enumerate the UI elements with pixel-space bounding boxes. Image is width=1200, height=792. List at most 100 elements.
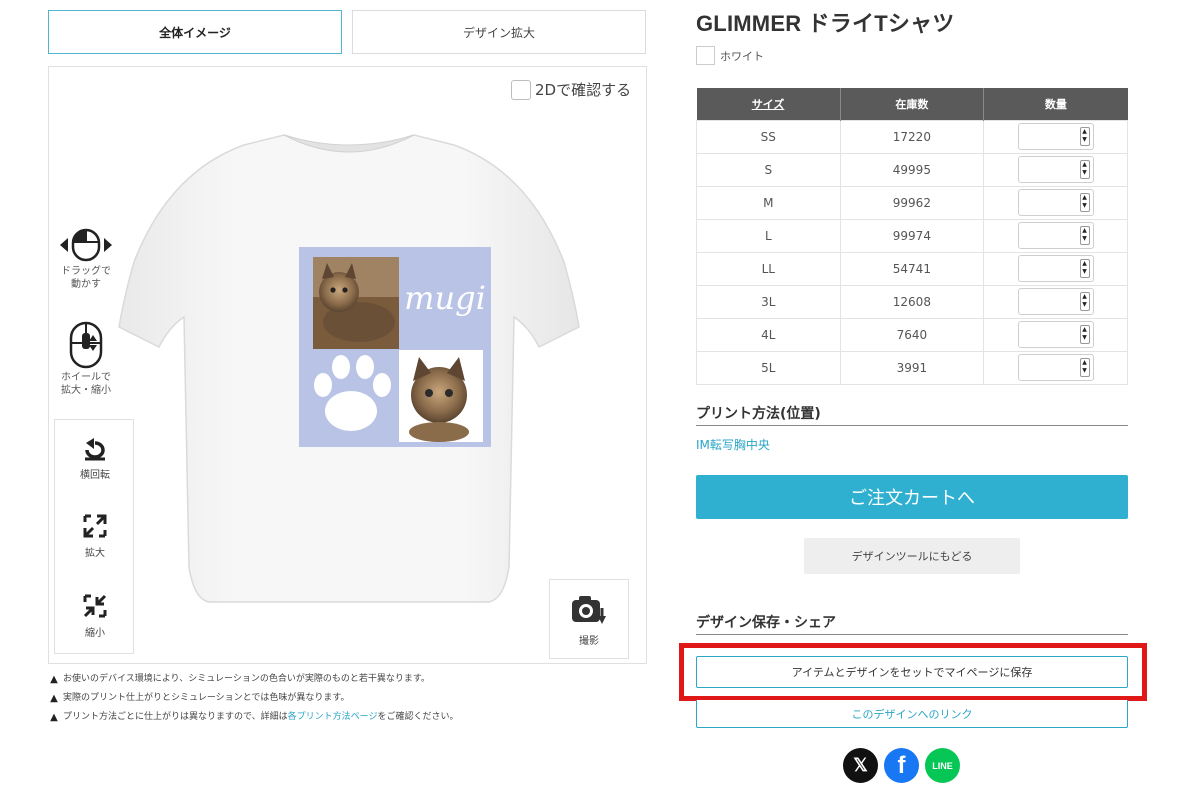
quantity-stepper[interactable]: ▲ ▼ bbox=[1017, 156, 1094, 183]
stepper-icon[interactable]: ▲ ▼ bbox=[1079, 160, 1090, 179]
table-row: S 49995 ▲ ▼ bbox=[696, 152, 1128, 187]
tab-design-zoom[interactable]: デザイン拡大 bbox=[352, 10, 646, 54]
2d-check-toggle[interactable]: 2Dで確認する bbox=[511, 79, 631, 100]
size-cell: S bbox=[696, 152, 841, 187]
zoom-in-button[interactable]: 拡大 bbox=[55, 512, 135, 559]
photo-button[interactable]: 撮影 bbox=[549, 579, 629, 659]
note-1: ▲ お使いのデバイス環境により、シミュレーションの色合いが実際のものと若干異なり… bbox=[48, 670, 459, 689]
save-share-heading: デザイン保存・シェア bbox=[696, 615, 836, 631]
x-share-icon[interactable]: 𝕏 bbox=[843, 748, 878, 783]
warning-icon: ▲ bbox=[50, 712, 58, 723]
header-size[interactable]: サイズ bbox=[696, 88, 841, 120]
color-swatch[interactable] bbox=[696, 46, 715, 65]
note-3: ▲ プリント方法ごとに仕上がりは異なりますので、詳細は 各プリント方法ページ を… bbox=[48, 708, 459, 727]
quantity-stepper[interactable]: ▲ ▼ bbox=[1017, 354, 1094, 381]
design-link-button[interactable]: このデザインへのリンク bbox=[696, 700, 1128, 728]
warning-icon: ▲ bbox=[50, 674, 58, 685]
notes: ▲ お使いのデバイス環境により、シミュレーションの色合いが実際のものと若干異なり… bbox=[48, 670, 459, 727]
shrink-icon bbox=[83, 594, 107, 618]
view-control-panel: 横回転 拡大 縮小 bbox=[54, 419, 134, 654]
size-cell: SS bbox=[696, 119, 841, 154]
stepper-icon[interactable]: ▲ ▼ bbox=[1079, 127, 1090, 146]
save-to-mypage-button[interactable]: アイテムとデザインをセットでマイページに保存 bbox=[696, 656, 1128, 688]
stepper-icon[interactable]: ▲ ▼ bbox=[1079, 292, 1090, 311]
drag-hint: ドラッグで 動かす bbox=[53, 227, 119, 291]
stock-cell: 7640 bbox=[839, 317, 985, 352]
warning-icon: ▲ bbox=[50, 693, 58, 704]
drag-hint-label: ドラッグで 動かす bbox=[61, 266, 111, 290]
quantity-cell: ▲ ▼ bbox=[983, 218, 1128, 253]
print-method-link[interactable]: IM転写胸中央 bbox=[696, 436, 770, 453]
note-1-text: お使いのデバイス環境により、シミュレーションの色合いが実際のものと若干異なります… bbox=[63, 674, 430, 684]
stepper-icon[interactable]: ▲ ▼ bbox=[1079, 325, 1090, 344]
header-quantity: 数量 bbox=[983, 88, 1128, 120]
stepper-icon[interactable]: ▲ ▼ bbox=[1079, 259, 1090, 278]
size-cell: LL bbox=[696, 251, 841, 286]
tab-full-image[interactable]: 全体イメージ bbox=[48, 10, 342, 54]
stock-cell: 54741 bbox=[839, 251, 985, 286]
divider bbox=[696, 634, 1128, 635]
stock-cell: 49995 bbox=[839, 152, 985, 187]
table-row: M 99962 ▲ ▼ bbox=[696, 185, 1128, 220]
size-cell: L bbox=[696, 218, 841, 253]
quantity-stepper[interactable]: ▲ ▼ bbox=[1017, 255, 1094, 282]
quantity-cell: ▲ ▼ bbox=[983, 152, 1128, 187]
stepper-icon[interactable]: ▲ ▼ bbox=[1079, 226, 1090, 245]
quantity-stepper[interactable]: ▲ ▼ bbox=[1017, 222, 1094, 249]
header-stock: 在庫数 bbox=[840, 88, 985, 120]
stepper-icon[interactable]: ▲ ▼ bbox=[1079, 358, 1090, 377]
rotate-icon bbox=[85, 438, 105, 461]
rotate-label: 横回転 bbox=[80, 470, 110, 481]
rotate-button[interactable]: 横回転 bbox=[55, 438, 135, 481]
size-cell: 4L bbox=[696, 317, 841, 352]
stepper-icon[interactable]: ▲ ▼ bbox=[1079, 193, 1090, 212]
wheel-hint: ホイールで 拡大・縮小 bbox=[53, 321, 119, 397]
svg-text:mugi: mugi bbox=[404, 279, 486, 317]
order-cart-button[interactable]: ご注文カートへ bbox=[696, 475, 1128, 519]
stock-cell: 99974 bbox=[839, 218, 985, 253]
product-title: GLIMMER ドライTシャツ bbox=[696, 11, 955, 36]
note-3-text: プリント方法ごとに仕上がりは異なりますので、詳細は bbox=[63, 712, 288, 722]
size-cell: M bbox=[696, 185, 841, 220]
line-share-icon[interactable]: LINE bbox=[925, 748, 960, 783]
wheel-hint-label: ホイールで 拡大・縮小 bbox=[61, 372, 111, 396]
back-to-design-tool-button[interactable]: デザインツールにもどる bbox=[804, 538, 1020, 574]
zoom-in-label: 拡大 bbox=[85, 548, 105, 559]
zoom-out-button[interactable]: 縮小 bbox=[55, 592, 135, 639]
expand-icon bbox=[83, 514, 107, 538]
stock-cell: 99962 bbox=[839, 185, 985, 220]
quantity-cell: ▲ ▼ bbox=[983, 284, 1128, 319]
tshirt-preview: mugi bbox=[118, 134, 580, 603]
social-share-row: 𝕏 f LINE bbox=[843, 748, 960, 783]
print-method-page-link[interactable]: 各プリント方法ページ bbox=[288, 708, 378, 727]
quantity-cell: ▲ ▼ bbox=[983, 350, 1128, 385]
quantity-stepper[interactable]: ▲ ▼ bbox=[1017, 321, 1094, 348]
table-row: 4L 7640 ▲ ▼ bbox=[696, 317, 1128, 352]
checkbox-icon[interactable] bbox=[511, 79, 531, 100]
color-selector[interactable]: ホワイト bbox=[696, 46, 764, 65]
table-row: LL 54741 ▲ ▼ bbox=[696, 251, 1128, 286]
photo-label: 撮影 bbox=[579, 636, 599, 647]
mouse-wheel-icon bbox=[69, 321, 103, 369]
quantity-stepper[interactable]: ▲ ▼ bbox=[1017, 189, 1094, 216]
mouse-drag-icon bbox=[60, 228, 112, 262]
note-2-text: 実際のプリント仕上がりとシミュレーションとでは色味が異なります。 bbox=[63, 693, 350, 703]
tshirt-viewer[interactable]: mugi 2Dで確認する ドラッグで 動かす ホイールで 拡大・縮小 横回転 拡… bbox=[48, 66, 647, 664]
quantity-cell: ▲ ▼ bbox=[983, 317, 1128, 352]
quantity-cell: ▲ ▼ bbox=[983, 119, 1128, 154]
2d-check-label: 2Dで確認する bbox=[535, 81, 632, 99]
table-row: 5L 3991 ▲ ▼ bbox=[696, 350, 1128, 385]
color-label: ホワイト bbox=[720, 49, 764, 63]
quantity-stepper[interactable]: ▲ ▼ bbox=[1017, 288, 1094, 315]
facebook-share-icon[interactable]: f bbox=[884, 748, 919, 783]
table-row: SS 17220 ▲ ▼ bbox=[696, 119, 1128, 154]
print-method-heading: プリント方法(位置) bbox=[696, 406, 821, 422]
stock-cell: 17220 bbox=[839, 119, 985, 154]
zoom-out-label: 縮小 bbox=[85, 628, 105, 639]
quantity-cell: ▲ ▼ bbox=[983, 185, 1128, 220]
stock-cell: 12608 bbox=[839, 284, 985, 319]
note-3-text-end: をご確認ください。 bbox=[377, 712, 459, 722]
divider bbox=[696, 425, 1128, 426]
size-stock-table: サイズ 在庫数 数量 SS 17220 ▲ ▼ S 49995 ▲ ▼ M 9996… bbox=[696, 88, 1128, 385]
quantity-stepper[interactable]: ▲ ▼ bbox=[1017, 123, 1094, 150]
